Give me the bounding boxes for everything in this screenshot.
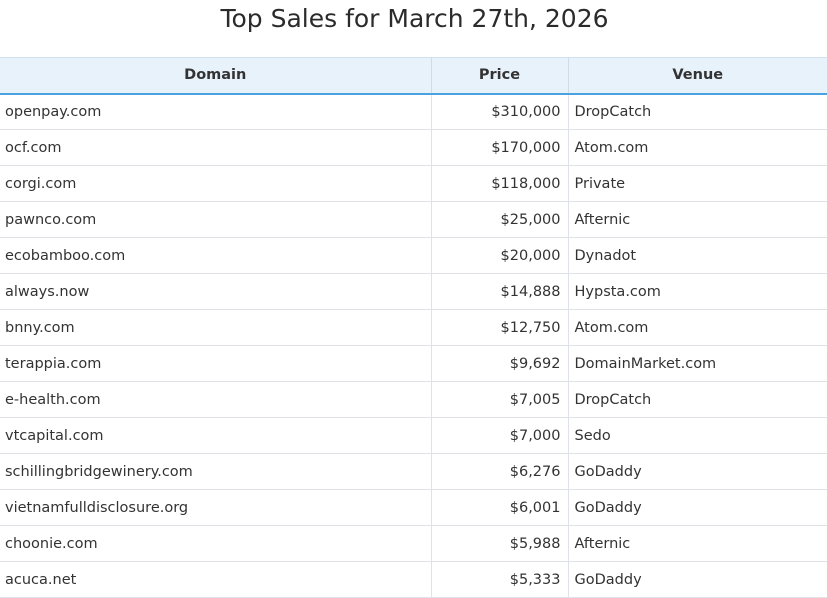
domain-cell: e-health.com bbox=[0, 381, 431, 418]
price-cell: $14,888 bbox=[430, 273, 569, 310]
venue-cell: Hypsta.com bbox=[568, 273, 827, 310]
domain-cell: ecobamboo.com bbox=[0, 237, 431, 274]
page-title: Top Sales for March 27th, 2026 bbox=[220, 4, 609, 33]
table-row: e-health.com $7,005 DropCatch bbox=[0, 381, 827, 418]
domain-cell: pawnco.com bbox=[0, 201, 431, 238]
price-cell: $118,000 bbox=[430, 165, 569, 202]
venue-cell: Atom.com bbox=[568, 309, 827, 346]
venue-cell: DomainMarket.com bbox=[568, 345, 827, 382]
table-row: always.now $14,888 Hypsta.com bbox=[0, 273, 827, 310]
venue-cell: DropCatch bbox=[568, 381, 827, 418]
price-cell: $170,000 bbox=[430, 129, 569, 166]
table-row: vtcapital.com $7,000 Sedo bbox=[0, 417, 827, 454]
table-row: ecobamboo.com $20,000 Dynadot bbox=[0, 237, 827, 274]
domain-cell: choonie.com bbox=[0, 525, 431, 562]
domain-cell: ocf.com bbox=[0, 129, 431, 166]
table-row: corgi.com $118,000 Private bbox=[0, 165, 827, 202]
price-cell: $310,000 bbox=[430, 93, 569, 130]
price-cell: $5,333 bbox=[430, 561, 569, 598]
venue-cell: Afternic bbox=[568, 525, 827, 562]
column-header-price[interactable]: Price bbox=[430, 57, 568, 95]
venue-cell: Private bbox=[568, 165, 827, 202]
price-cell: $6,001 bbox=[430, 489, 569, 526]
venue-cell: GoDaddy bbox=[568, 453, 827, 490]
price-cell: $5,988 bbox=[430, 525, 569, 562]
table-row: schillingbridgewinery.com $6,276 GoDaddy bbox=[0, 453, 827, 490]
price-cell: $12,750 bbox=[430, 309, 569, 346]
domain-cell: bnny.com bbox=[0, 309, 431, 346]
column-header-domain[interactable]: Domain bbox=[0, 57, 431, 95]
domain-cell: always.now bbox=[0, 273, 431, 310]
table-row: vietnamfulldisclosure.org $6,001 GoDaddy bbox=[0, 489, 827, 526]
price-cell: $7,000 bbox=[430, 417, 569, 454]
price-cell: $9,692 bbox=[430, 345, 569, 382]
venue-cell: GoDaddy bbox=[568, 489, 827, 526]
price-cell: $7,005 bbox=[430, 381, 569, 418]
venue-cell: GoDaddy bbox=[568, 561, 827, 598]
domain-cell: terappia.com bbox=[0, 345, 431, 382]
price-cell: $20,000 bbox=[430, 237, 569, 274]
sales-table: Domain Price Venue openpay.com $310,000 … bbox=[0, 57, 827, 598]
table-row: terappia.com $9,692 DomainMarket.com bbox=[0, 345, 827, 382]
domain-cell: acuca.net bbox=[0, 561, 431, 598]
venue-cell: Sedo bbox=[568, 417, 827, 454]
venue-cell: DropCatch bbox=[568, 93, 827, 130]
price-cell: $25,000 bbox=[430, 201, 569, 238]
table-row: pawnco.com $25,000 Afternic bbox=[0, 201, 827, 238]
domain-cell: vtcapital.com bbox=[0, 417, 431, 454]
table-body: openpay.com $310,000 DropCatch ocf.com $… bbox=[0, 93, 827, 598]
price-cell: $6,276 bbox=[430, 453, 569, 490]
table-row: choonie.com $5,988 Afternic bbox=[0, 525, 827, 562]
venue-cell: Atom.com bbox=[568, 129, 827, 166]
domain-cell: corgi.com bbox=[0, 165, 431, 202]
table-row: ocf.com $170,000 Atom.com bbox=[0, 129, 827, 166]
header-row: Domain Price Venue bbox=[0, 57, 827, 95]
table-row: openpay.com $310,000 DropCatch bbox=[0, 93, 827, 130]
table-row: acuca.net $5,333 GoDaddy bbox=[0, 561, 827, 598]
domain-cell: vietnamfulldisclosure.org bbox=[0, 489, 431, 526]
domain-cell: schillingbridgewinery.com bbox=[0, 453, 431, 490]
column-header-venue[interactable]: Venue bbox=[567, 57, 827, 95]
venue-cell: Dynadot bbox=[568, 237, 827, 274]
venue-cell: Afternic bbox=[568, 201, 827, 238]
table-row: bnny.com $12,750 Atom.com bbox=[0, 309, 827, 346]
table-header: Domain Price Venue bbox=[0, 57, 827, 95]
domain-cell: openpay.com bbox=[0, 93, 431, 130]
